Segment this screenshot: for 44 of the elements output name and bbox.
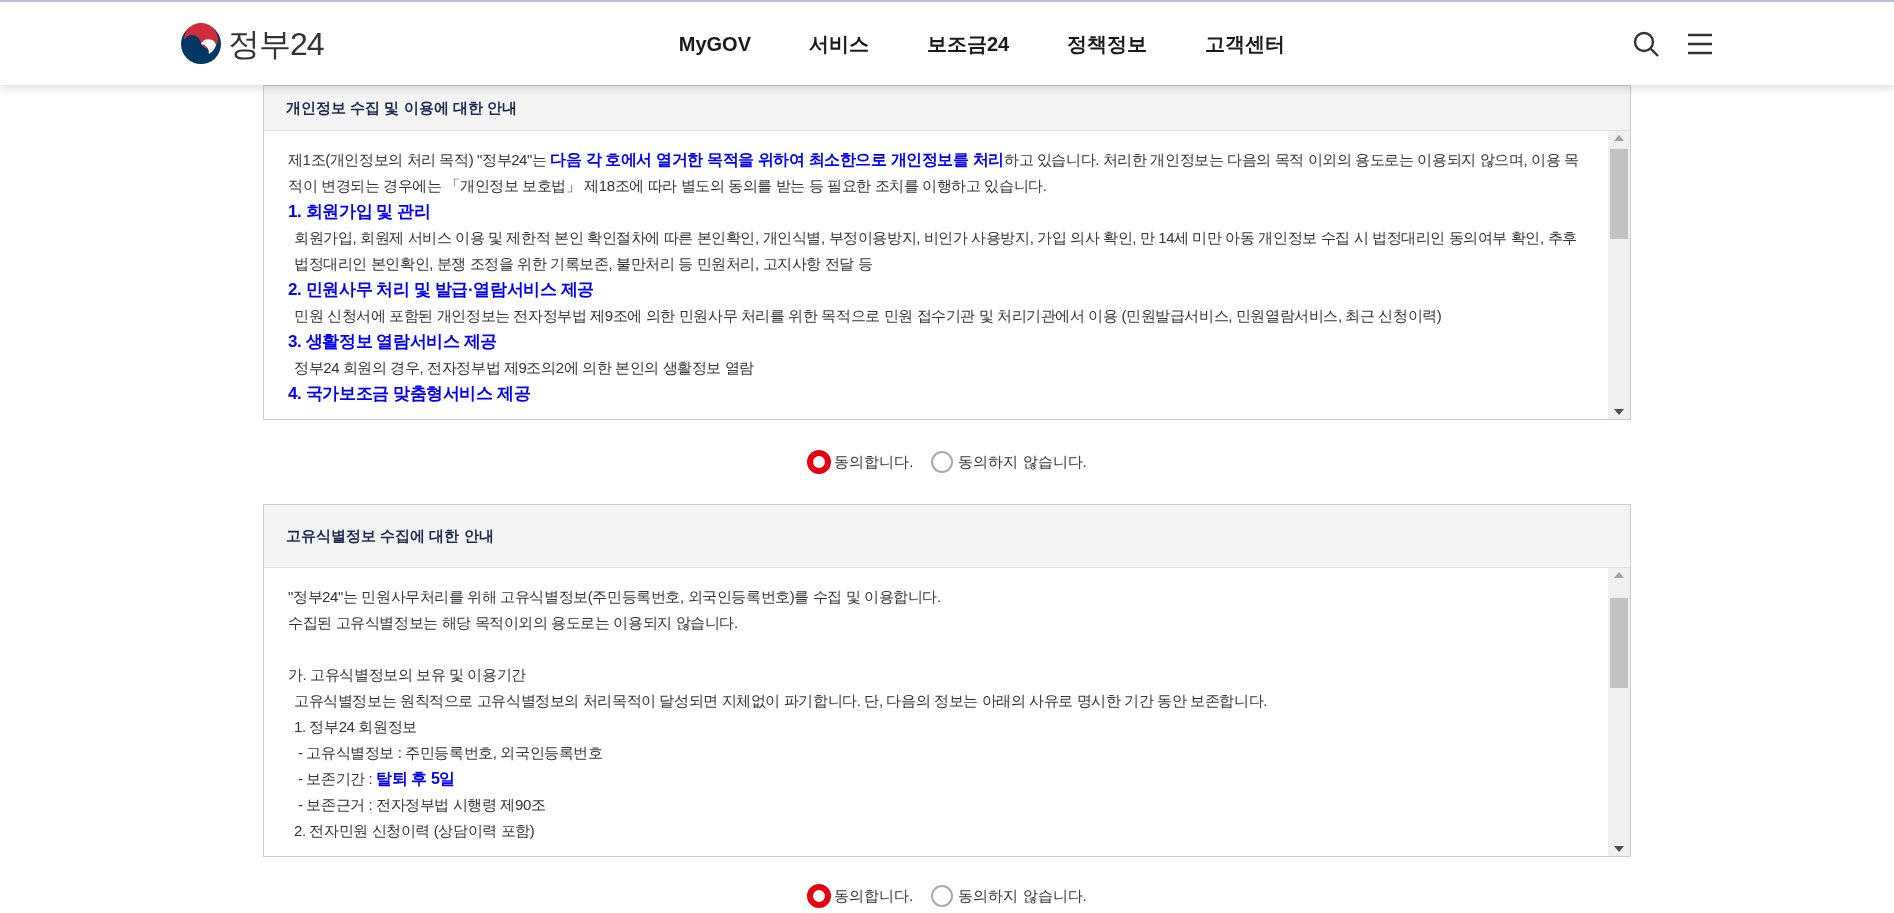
body-text: 수집된 고유식별정보는 해당 목적이외의 용도로는 이용되지 않습니다.: [288, 613, 739, 633]
body-text: 정부24 회원의 경우, 전자정부법 제9조의2에 의한 본인의 생활정보 열람: [293, 358, 755, 378]
body-text: 1. 정부24 회원정보: [293, 717, 418, 737]
scroll-up-icon[interactable]: [1614, 135, 1624, 141]
radio-button[interactable]: [807, 884, 832, 908]
body-text: 2. 전자민원 신청이력 (상담이력 포함): [293, 821, 536, 841]
section-heading: 2. 민원사무 처리 및 발급·열람서비스 제공: [288, 279, 595, 301]
logo-icon[interactable]: [180, 22, 222, 65]
radio-option[interactable]: 동의하지 않습니다.: [927, 884, 1087, 908]
scroll-down-icon[interactable]: [1614, 409, 1624, 415]
nav-link[interactable]: MyGOV: [678, 28, 751, 59]
radio-option[interactable]: 동의하지 않습니다.: [927, 450, 1087, 474]
radio-option[interactable]: 동의합니다.: [807, 450, 914, 474]
scrollbar[interactable]: [1608, 568, 1630, 856]
radio-button[interactable]: [807, 450, 832, 474]
panel-title: 개인정보 수집 및 이용에 대한 안내: [286, 97, 517, 118]
radio-option[interactable]: 동의합니다.: [807, 884, 914, 908]
scrollbar[interactable]: [1608, 131, 1630, 419]
nav-link[interactable]: 고객센터: [1205, 28, 1286, 59]
body-text: 회원가입, 회원제 서비스 이용 및 제한적 본인 확인절차에 따른 본인확인, 개인식별, 부정이용방지, 비인가 사용방지, 가입 의사 확인, 만 14세 미만 아동 개인정보 수집 시 법정대리인 동의여부 확인, 추후 법정대리인 본인확인, 분쟁 조정을 위한 기록보존, 불만처리 등 민원처리, 고지사항 전달 등: [293, 228, 1578, 274]
radio-button[interactable]: [931, 451, 954, 473]
body-text: 고유식별정보는 원칙적으로 고유식별정보의 처리목적이 달성되면 지체없이 파기합니다. 단, 다음의 정보는 아래의 사유로 명시한 기간 동안 보존합니다.: [293, 691, 1268, 711]
body-text: 가. 고유식별정보의 보유 및 이용기간: [288, 665, 527, 685]
scroll-up-icon[interactable]: [1614, 572, 1624, 578]
nav-link[interactable]: 서비스: [809, 28, 869, 59]
nav-link[interactable]: 보조금24: [927, 28, 1010, 59]
section-heading: 1. 회원가입 및 관리: [288, 201, 432, 223]
menu-icon[interactable]: [1686, 31, 1714, 56]
body-text: 제1조(개인정보의 처리 목적) "정부24"는 다음 각 호에서 열거한 목적을 위하여 최소한으로 개인정보를 처리하고 있습니다. 처리한 개인정보는 다음의 목적 이외의 용도로는 이용되지 않으며, 이용 목적이 변경되는 경우에는 「개인정보 보호법」 제18조에 따라 별도의 동의를 받는 등 필요한 조치를 이행하고 있습니다.: [288, 150, 1580, 196]
scroll-thumb[interactable]: [1610, 598, 1628, 688]
body-text: 민원 신청서에 포함된 개인정보는 전자정부법 제9조에 의한 민원사무 처리를 위한 목적으로 민원 접수기관 및 처리기관에서 이용 (민원발급서비스, 민원열람서비스, 최근 신청이력): [293, 306, 1443, 326]
radio-button[interactable]: [931, 885, 954, 907]
nav-link[interactable]: 정책정보: [1067, 28, 1148, 59]
logo-text[interactable]: 정부24: [228, 19, 324, 68]
body-text: "정부24"는 민원사무처리를 위해 고유식별정보(주민등록번호, 외국인등록번호)를 수집 및 이용합니다.: [288, 587, 942, 607]
scroll-thumb[interactable]: [1610, 149, 1628, 239]
body-text: - 보존기간 : 탈퇴 후 5일: [297, 769, 457, 789]
panel-title: 고유식별정보 수집에 대한 안내: [286, 525, 494, 546]
body-text: - 고유식별정보 : 주민등록번호, 외국인등록번호: [297, 743, 604, 763]
section-heading: 3. 생활정보 열람서비스 제공: [288, 331, 498, 353]
search-icon[interactable]: [1632, 29, 1660, 58]
scroll-down-icon[interactable]: [1614, 846, 1624, 852]
section-heading: 4. 국가보조금 맞춤형서비스 제공: [288, 383, 532, 405]
body-text: - 보존근거 : 전자정부법 시행령 제90조: [297, 795, 547, 815]
